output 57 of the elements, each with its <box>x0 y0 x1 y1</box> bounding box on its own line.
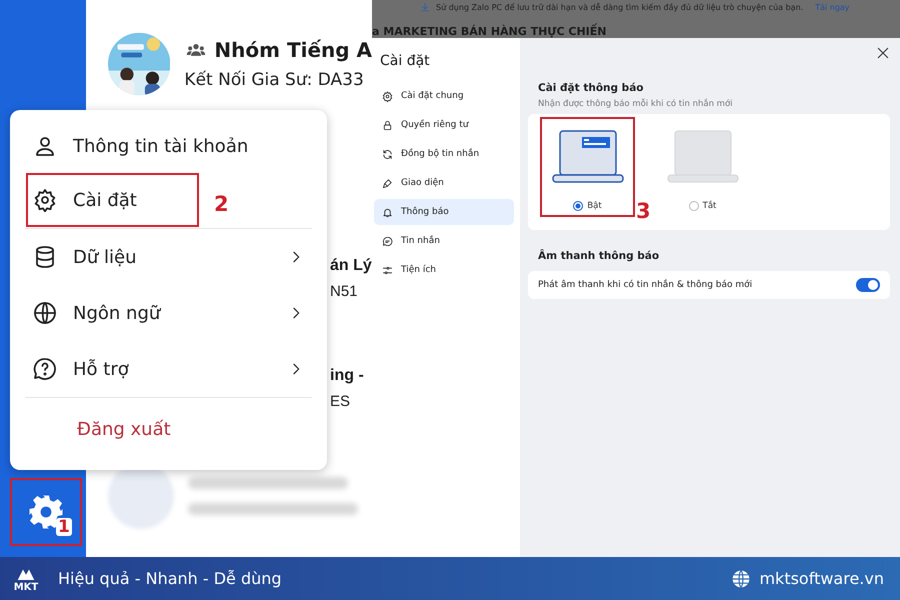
download-icon <box>420 2 430 12</box>
settings-nav-item[interactable]: Giao diện <box>374 170 514 196</box>
close-button[interactable] <box>876 46 890 60</box>
chat-preview: N51 <box>330 282 359 300</box>
globe-icon <box>33 301 57 325</box>
step-number: 2 <box>214 193 229 215</box>
person-icon <box>33 134 57 158</box>
settings-button[interactable] <box>10 478 82 546</box>
brush-icon <box>382 178 393 188</box>
menu-item[interactable]: Cài đặt <box>25 172 200 228</box>
option-label: Bật <box>587 201 602 211</box>
dialog-title: Cài đặt <box>379 52 431 71</box>
settings-nav-item[interactable]: Cài đặt chung <box>374 83 514 109</box>
section-title: Âm thanh thông báo <box>537 250 660 262</box>
chat-icon <box>382 236 393 246</box>
menu-item[interactable]: Ngôn ngữ <box>25 285 312 341</box>
banner-text: Sử dụng Zalo PC để lưu trữ dài hạn và dễ dàng tìm kiếm đầy đủ dữ liệu trò chuyện của bạn. <box>436 2 804 12</box>
chat-name: ing - <box>330 366 364 384</box>
settings-nav-item[interactable]: Thông báo <box>374 199 514 225</box>
option-label: Tắt <box>702 201 716 211</box>
setting-label: Phát âm thanh khi có tin nhắn & thông báo mới <box>538 280 752 290</box>
section-description: Nhận được thông báo mỗi khi có tin nhắn mới <box>537 99 734 109</box>
radio-button[interactable] <box>573 201 584 211</box>
step-number: 1 <box>56 518 72 536</box>
logo-text: MKT <box>14 582 38 592</box>
menu-item[interactable]: Đăng xuất <box>25 398 312 460</box>
globe-icon <box>731 568 752 588</box>
chat-name: Nhóm Tiếng A <box>214 38 372 62</box>
radio-button[interactable] <box>688 201 699 211</box>
help-icon <box>33 357 57 381</box>
laptop-drawing <box>552 129 624 183</box>
menu-item[interactable]: Hỗ trợ <box>25 341 312 397</box>
sliders-icon <box>382 264 393 276</box>
laptop-drawing <box>666 129 738 183</box>
website-link[interactable]: mktsoftware.vn <box>759 569 884 588</box>
settings-icon <box>382 90 393 102</box>
database-icon <box>33 245 57 269</box>
settings-nav-item[interactable]: Đồng bộ tin nhắn <box>374 141 514 167</box>
settings-icon <box>33 188 57 212</box>
sync-icon <box>382 148 393 160</box>
section-title: Cài đặt thông báo <box>537 82 644 94</box>
close-icon <box>876 46 890 60</box>
settings-nav-item[interactable]: Tin nhắn <box>374 228 514 254</box>
step-number: 3 <box>636 200 651 222</box>
notification-option[interactable]: Tắt <box>655 117 750 217</box>
settings-nav-item[interactable]: Tiện ích <box>374 257 514 283</box>
tagline: Hiệu quả - Nhanh - Dễ dùng <box>58 569 282 588</box>
chat-preview: Kết Nối Gia Sư: DA33 <box>184 70 365 90</box>
bell-icon <box>382 206 393 218</box>
settings-nav-item[interactable]: Quyền riêng tư <box>374 112 514 138</box>
notification-option[interactable]: Bật <box>540 117 635 217</box>
lock-icon <box>382 120 393 130</box>
chat-name: án Lý <box>330 256 372 274</box>
toggle-switch[interactable] <box>856 278 880 292</box>
menu-item[interactable]: Dữ liệu <box>25 229 312 285</box>
chat-preview: ES <box>330 392 352 410</box>
menu-item[interactable]: Thông tin tài khoản <box>25 120 312 172</box>
